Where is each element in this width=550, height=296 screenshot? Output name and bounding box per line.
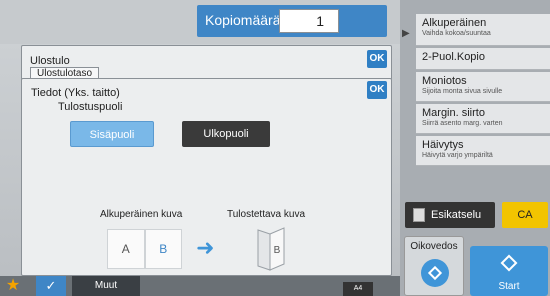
proof-copy-button[interactable]: Oikovedos xyxy=(404,236,464,296)
inside-option-button[interactable]: Sisäpuoli xyxy=(70,121,154,147)
menu-item-subtitle: Siirrä asento marg. varten xyxy=(422,120,503,127)
menu-item-original[interactable]: Alkuperäinen Vaihda kokoa/suuntaa xyxy=(416,14,550,46)
proof-copy-label: Oikovedos xyxy=(410,241,458,252)
menu-item-title: Moniotos xyxy=(422,75,467,87)
page-b: B xyxy=(144,229,182,269)
menu-item-title: 2-Puol.Kopio xyxy=(422,51,485,63)
outside-option-button[interactable]: Ulkopuoli xyxy=(182,121,270,147)
print-side-label: Tulostuspuoli xyxy=(58,101,123,113)
menu-item-title: Alkuperäinen xyxy=(422,17,487,29)
expand-arrow-icon[interactable]: ▶ xyxy=(402,28,410,39)
output-dialog: Ulostulo Ulostulotaso OK xyxy=(21,45,392,80)
menu-item-subtitle: Vaihda kokoa/suuntaa xyxy=(422,30,491,37)
clear-all-button[interactable]: CA xyxy=(502,202,548,228)
menu-item-subtitle: Häivytä varjo ympäriltä xyxy=(422,152,493,159)
dialog-title: Tiedot (Yks. taitto) xyxy=(31,87,120,99)
original-image-preview: A B xyxy=(107,229,182,269)
arrow-right-icon: ➜ xyxy=(196,235,215,260)
check-icon[interactable]: ✓ xyxy=(36,276,66,296)
fold-details-dialog: Tiedot (Yks. taitto) OK Tulostuspuoli Si… xyxy=(21,78,392,276)
menu-item-margin-shift[interactable]: Margin. siirto Siirrä asento marg. varte… xyxy=(416,104,550,134)
start-button[interactable]: Start xyxy=(470,246,548,296)
diamond-icon xyxy=(500,254,518,272)
menu-item-duplex[interactable]: 2-Puol.Kopio xyxy=(416,48,550,70)
star-icon[interactable]: ★ xyxy=(4,277,22,295)
ok-button[interactable]: OK xyxy=(367,81,387,99)
copies-input[interactable]: 1 xyxy=(279,9,339,33)
menu-item-multicopy[interactable]: Moniotos Sijoita monta sivua sivulle xyxy=(416,72,550,102)
preview-button[interactable]: Esikatselu xyxy=(405,202,495,228)
output-image-label: Tulostettava kuva xyxy=(227,209,306,220)
menu-item-title: Häivytys xyxy=(422,139,464,151)
dialog-title: Ulostulo xyxy=(30,55,70,67)
other-button[interactable]: Muut xyxy=(72,276,140,296)
menu-item-title: Margin. siirto xyxy=(422,107,485,119)
bottom-bar: ★ ✓ Muut xyxy=(0,276,400,296)
paper-size-label: A4 xyxy=(343,282,373,296)
ok-button[interactable]: OK xyxy=(367,50,387,68)
page-a: A xyxy=(107,229,145,269)
output-page-letter: B xyxy=(274,245,281,256)
original-image-label: Alkuperäinen kuva xyxy=(100,209,183,220)
menu-item-fade[interactable]: Häivytys Häivytä varjo ympäriltä xyxy=(416,136,550,166)
menu-item-subtitle: Sijoita monta sivua sivulle xyxy=(422,88,503,95)
start-label: Start xyxy=(498,281,520,292)
copies-label: Kopiomäärä xyxy=(205,12,281,28)
preview-label: Esikatselu xyxy=(431,209,482,221)
folded-book-icon: B xyxy=(257,227,285,271)
preview-icon xyxy=(413,208,425,222)
